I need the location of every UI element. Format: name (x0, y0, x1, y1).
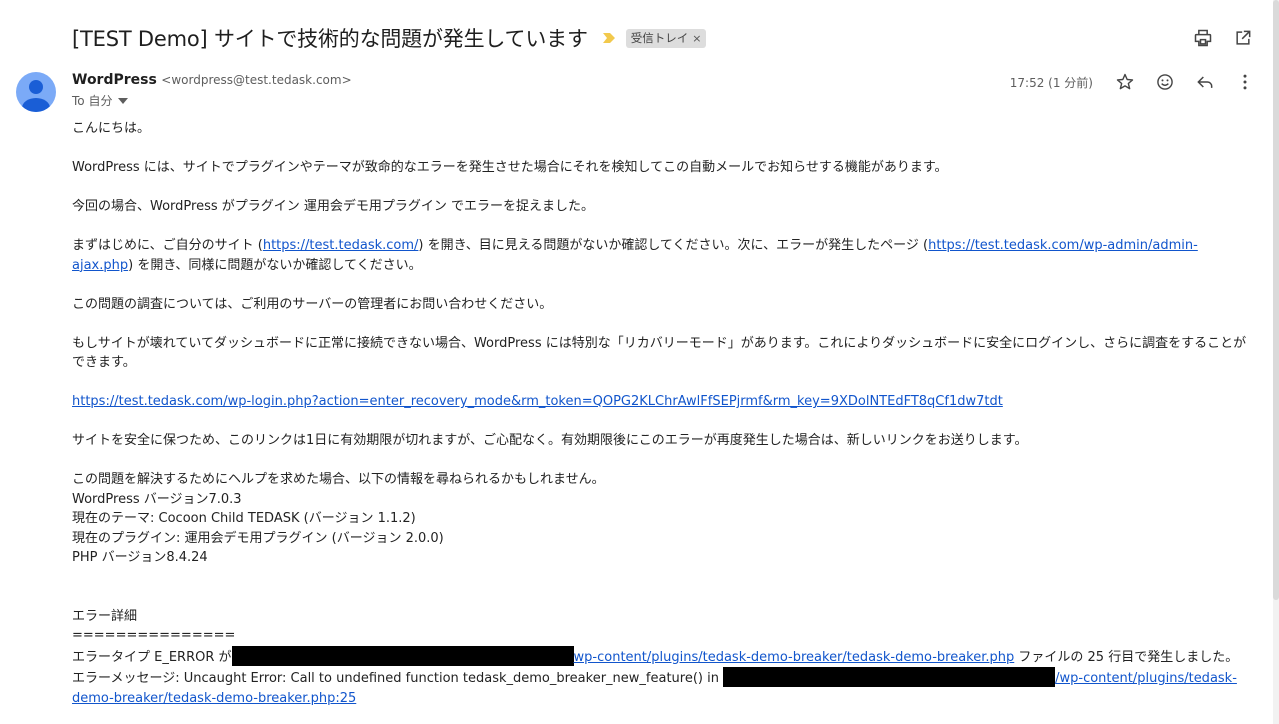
sender-line: WordPress <wordpress@test.tedask.com> (72, 72, 352, 88)
sender-avatar[interactable] (16, 72, 56, 112)
body-paragraph-4: この問題の調査については、ご利用のサーバーの管理者にお問い合わせください。 (72, 296, 553, 312)
body-greeting: こんにちは。 (72, 121, 151, 136)
label-chip-text: 受信トレイ (630, 31, 689, 45)
more-options-button[interactable] (1233, 70, 1257, 94)
scrollbar[interactable] (1273, 0, 1279, 724)
body-paragraph-3: まずはじめに、ご自分のサイト (https://test.tedask.com/… (72, 236, 1252, 275)
p3-text-b: ) を開き、目に見える問題がないか確認してください。次に、エラーが発生したページ… (418, 238, 929, 253)
info-wp-version: WordPress バージョン7.0.3 (72, 491, 242, 507)
recipient-line[interactable]: To 自分 (72, 92, 352, 109)
error-file-link[interactable]: wp-content/plugins/tedask-demo-breaker/t… (574, 650, 1015, 665)
error-rule: =============== (72, 628, 236, 643)
sender-email: <wordpress@test.tedask.com> (161, 73, 352, 87)
default-avatar-icon (22, 80, 50, 112)
message-actions: 17:52 (1 分前) (1010, 70, 1257, 94)
top-actions (1191, 26, 1255, 50)
label-chip-inbox[interactable]: 受信トレイ × (625, 28, 707, 48)
body-paragraph-1: WordPress には、サイトでプラグインやテーマが致命的なエラーを発生させた… (72, 160, 948, 175)
chevron-down-icon[interactable] (118, 97, 129, 104)
label-chip-remove-icon[interactable]: × (692, 32, 701, 45)
p3-text-a: まずはじめに、ご自分のサイト ( (72, 238, 263, 253)
redacted-path-1 (231, 645, 574, 666)
recovery-link-paragraph: https://test.tedask.com/wp-login.php?act… (72, 392, 1252, 412)
error-heading: エラー詳細 (72, 608, 138, 624)
star-button[interactable] (1113, 70, 1137, 94)
sender-name[interactable]: WordPress (72, 72, 157, 88)
info-plugin: 現在のプラグイン: 運用会デモ用プラグイン (バージョン 2.0.0) (72, 530, 444, 546)
site-link[interactable]: https://test.tedask.com/ (263, 238, 419, 253)
sender-block: WordPress <wordpress@test.tedask.com> To… (72, 72, 352, 109)
more-vert-icon (1243, 74, 1247, 90)
recipient-text: To 自分 (72, 94, 113, 108)
print-icon (1194, 29, 1212, 47)
error-details: エラータイプ E_ERROR が wp-content/plugins/tedas… (72, 645, 1252, 709)
p3-text-c: ) を開き、同様に問題がないか確認してください。 (128, 257, 422, 273)
error-text-a: エラータイプ E_ERROR が (72, 649, 232, 665)
open-in-new-icon (1236, 30, 1251, 45)
print-button[interactable] (1191, 26, 1215, 50)
recovery-mode-link[interactable]: https://test.tedask.com/wp-login.php?act… (72, 394, 1003, 409)
reply-icon (1197, 76, 1213, 88)
info-php-version: PHP バージョン8.4.24 (72, 550, 208, 565)
body-paragraph-5: もしサイトが壊れていてダッシュボードに正常に接続できない場合、WordPress… (72, 335, 1247, 371)
emoji-icon (1157, 74, 1173, 90)
email-view: [TEST Demo] サイトで技術的な問題が発生しています 受信トレイ × W… (0, 0, 1279, 724)
email-body: こんにちは。 WordPress には、サイトでプラグインやテーマが致命的なエラ… (72, 119, 1252, 708)
body-paragraph-6: サイトを安全に保つため、このリンクは1日に有効期限が切れますが、ご心配なく。有効… (72, 433, 1028, 448)
redacted-path-2 (723, 667, 1056, 687)
body-paragraph-7: この問題を解決するためにヘルプを求めた場合、以下の情報を尋ねられるかもしれません… (72, 472, 605, 487)
info-theme: 現在のテーマ: Cocoon Child TEDASK (バージョン 1.1.2… (72, 511, 416, 526)
star-icon (1116, 73, 1134, 90)
importance-marker-icon[interactable] (602, 32, 616, 44)
reply-button[interactable] (1193, 70, 1217, 94)
message-time: 17:52 (1 分前) (1009, 75, 1093, 90)
subject-row: [TEST Demo] サイトで技術的な問題が発生しています 受信トレイ × (72, 20, 1212, 56)
email-subject: [TEST Demo] サイトで技術的な問題が発生しています (72, 27, 588, 51)
body-paragraph-2: 今回の場合、WordPress がプラグイン 運用会デモ用プラグイン でエラーを… (72, 199, 595, 214)
open-in-new-window-button[interactable] (1231, 26, 1255, 50)
scrollbar-thumb[interactable] (1273, 0, 1279, 600)
emoji-reaction-button[interactable] (1153, 70, 1177, 94)
